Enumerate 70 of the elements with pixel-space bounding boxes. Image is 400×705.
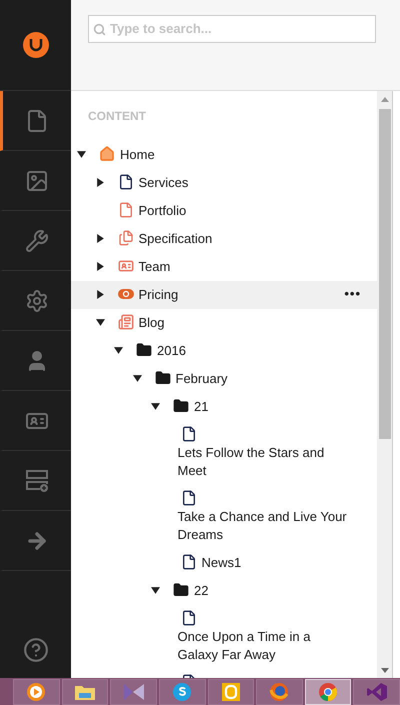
- taskbar-app-button[interactable]: [62, 679, 108, 705]
- bowtie-icon: [122, 683, 145, 701]
- logo-icon[interactable]: [22, 31, 50, 59]
- item-label: News1: [202, 554, 242, 572]
- caret-icon[interactable]: [96, 290, 104, 299]
- folder-icon: [74, 683, 96, 701]
- item-label: 22: [194, 582, 208, 600]
- taskbar-app-button[interactable]: [158, 679, 206, 705]
- folder-icon: [154, 370, 170, 386]
- item-label: Team: [138, 258, 170, 276]
- document-icon: [118, 174, 134, 190]
- caret-icon[interactable]: [96, 234, 104, 243]
- tree-title: CONTENT: [87, 108, 147, 125]
- browser-icon: [318, 682, 338, 702]
- item-label: Portfolio: [138, 202, 186, 220]
- id-card-icon: [118, 258, 134, 274]
- help-icon: [22, 637, 48, 663]
- item-label: February: [176, 370, 228, 388]
- infinity-logo-icon: [366, 682, 388, 702]
- item-label: Home: [120, 146, 155, 164]
- item-label: 2016: [157, 342, 186, 360]
- tree-item[interactable]: Pricing •••: [71, 281, 377, 309]
- document-icon: [25, 108, 49, 132]
- scroll-down-icon[interactable]: [380, 668, 388, 673]
- folder-icon: [173, 582, 189, 598]
- skype-icon: [172, 682, 192, 702]
- caret-icon[interactable]: [151, 586, 160, 595]
- newspaper-icon: [118, 314, 134, 330]
- item-label: Services: [138, 174, 188, 192]
- play-icon: [26, 682, 46, 702]
- item-label: Once Upon a Time in a Galaxy Far Away: [178, 628, 312, 664]
- search-input[interactable]: Type to search...: [110, 19, 371, 39]
- caret-icon[interactable]: [77, 150, 86, 159]
- item-label: Lets Follow the Stars and Meet: [178, 444, 326, 480]
- caret-icon[interactable]: [151, 402, 160, 411]
- document-icon: [180, 490, 196, 506]
- scrollbar[interactable]: [377, 91, 392, 678]
- search-icon: [93, 22, 106, 36]
- document-icon: [118, 202, 134, 218]
- item-label: Blog: [138, 314, 165, 332]
- caret-icon[interactable]: [114, 346, 123, 355]
- taskbar-app-button[interactable]: [13, 679, 60, 705]
- document-icon: [180, 610, 196, 626]
- caret-icon[interactable]: [96, 178, 104, 187]
- caret-icon[interactable]: [132, 374, 142, 383]
- form-add-icon: [25, 468, 49, 492]
- item-label: Pricing: [138, 286, 178, 304]
- gear-icon: [25, 288, 49, 312]
- documents-icon: [118, 230, 134, 246]
- fox-globe-icon: [269, 682, 290, 702]
- item-label: Specification: [138, 230, 212, 248]
- taskbar-app-button[interactable]: [208, 679, 254, 705]
- mail-app-icon: [220, 682, 241, 702]
- price-tag-icon: [118, 286, 134, 302]
- search-field[interactable]: Type to search...: [88, 15, 376, 43]
- folder-icon: [173, 398, 189, 414]
- wrench-icon: [25, 228, 49, 252]
- caret-icon[interactable]: [96, 262, 104, 271]
- image-icon: [25, 168, 49, 192]
- more-actions-button[interactable]: •••: [344, 285, 361, 303]
- caret-icon[interactable]: [96, 318, 104, 327]
- document-icon: [180, 426, 196, 442]
- folder-icon: [136, 342, 152, 358]
- scroll-up-icon[interactable]: [380, 97, 388, 102]
- scroll-thumb[interactable]: [378, 109, 390, 439]
- item-label: Take a Chance and Live Your Dreams: [178, 508, 347, 544]
- item-label: 21: [194, 398, 208, 416]
- taskbar-app-button[interactable]: [256, 679, 303, 705]
- document-icon: [180, 554, 196, 570]
- house-icon: [99, 146, 115, 162]
